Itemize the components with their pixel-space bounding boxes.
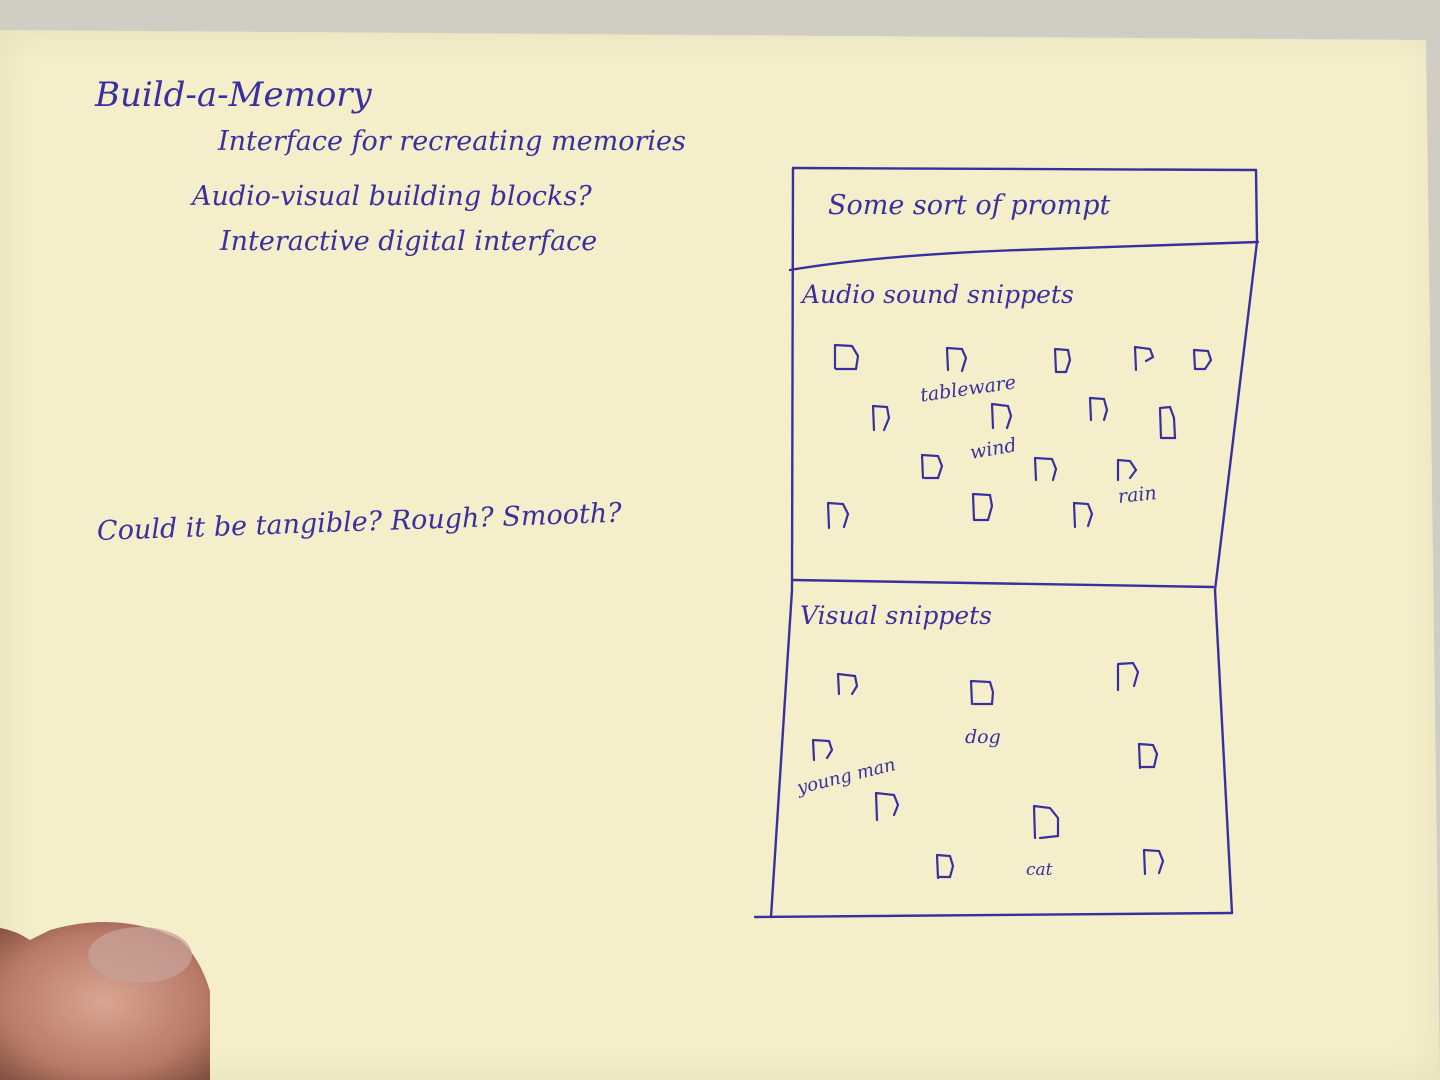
wireframe-sketch bbox=[753, 166, 1260, 919]
frame-top-edge bbox=[791, 166, 1258, 172]
visual-snippet-icon bbox=[935, 853, 955, 880]
visual-section-label: Visual snippets bbox=[800, 601, 992, 630]
visual-snippet-icon bbox=[874, 791, 900, 822]
visual-snippet-icon bbox=[1116, 661, 1140, 692]
audio-snippet-icon bbox=[945, 346, 968, 373]
audio-snippet-icon bbox=[833, 343, 860, 371]
audio-snippet-icon bbox=[920, 453, 944, 480]
frame-right-edge bbox=[1213, 168, 1259, 915]
audio-snippet-icon bbox=[1053, 347, 1072, 374]
prompt-divider bbox=[788, 240, 1260, 272]
audio-snippet-icon bbox=[990, 402, 1013, 430]
thumbnail bbox=[88, 927, 192, 983]
audio-snippet-icon bbox=[1133, 345, 1155, 372]
audio-snippet-icon bbox=[826, 501, 850, 530]
audio-snippet-icon bbox=[1116, 458, 1138, 482]
visual-label-dog: dog bbox=[965, 726, 1001, 748]
audio-snippet-icon bbox=[871, 404, 891, 432]
frame-left-edge bbox=[769, 166, 795, 919]
visual-snippet-icon bbox=[1032, 804, 1060, 840]
visual-snippet-icon bbox=[811, 738, 834, 762]
visual-snippet-icon bbox=[1142, 848, 1165, 876]
visual-label-cat: cat bbox=[1026, 860, 1053, 880]
audio-section-label: Audio sound snippets bbox=[802, 280, 1074, 309]
visual-snippet-icon bbox=[836, 672, 859, 696]
frame-bottom-edge bbox=[753, 911, 1234, 919]
visual-snippet-icon bbox=[1137, 742, 1159, 770]
audio-snippet-icon bbox=[1158, 405, 1177, 440]
prompt-label: Some sort of prompt bbox=[828, 190, 1111, 221]
thumb bbox=[0, 922, 210, 1080]
photo-scene: Build-a-Memory Interface for recreating … bbox=[0, 0, 1440, 1080]
visual-snippet-icon bbox=[969, 679, 995, 706]
audio-snippet-icon bbox=[1072, 501, 1094, 529]
audio-snippet-icon bbox=[1033, 456, 1058, 482]
audio-snippet-icon bbox=[1192, 348, 1213, 371]
section-divider bbox=[790, 578, 1215, 589]
audio-label-rain: rain bbox=[1116, 482, 1158, 508]
audio-snippet-icon bbox=[1088, 396, 1109, 422]
audio-snippet-icon bbox=[971, 492, 994, 522]
